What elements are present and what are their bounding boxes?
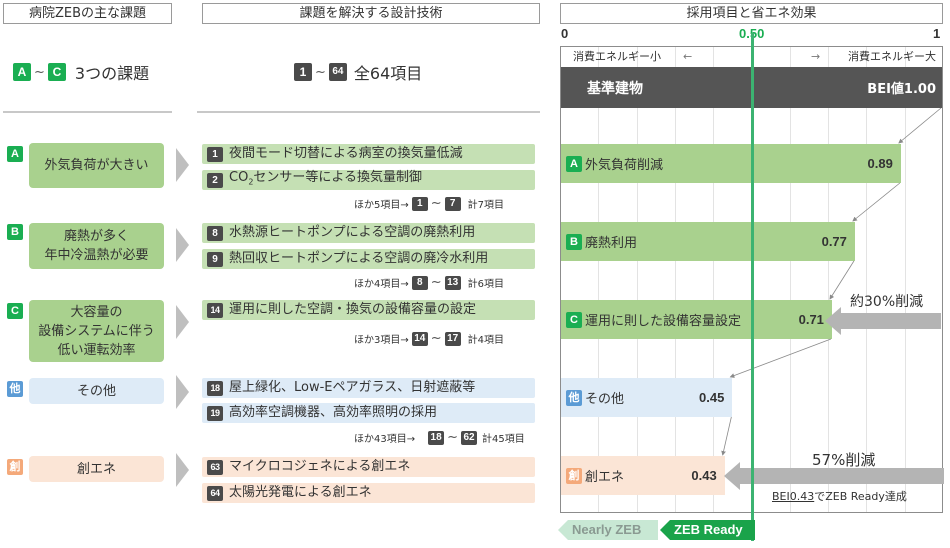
zeb-ready-tag: ZEB Ready <box>660 520 755 540</box>
connector-arrow <box>729 338 832 378</box>
connector-arrow <box>898 107 942 144</box>
connector-arrow <box>852 182 901 222</box>
bei-value: BEI0.43 <box>772 490 815 503</box>
nearly-zeb-tag: Nearly ZEB <box>558 520 658 540</box>
zeb-ready-note: BEI0.43でZEB Ready達成 <box>772 488 907 504</box>
zeb-ready-line <box>750 33 754 541</box>
zeb-ready-note-text: でZEB Ready達成 <box>814 490 907 503</box>
reduction-30-label: 約30%削減 <box>850 294 924 310</box>
reduction-arrow-30-icon <box>825 307 941 335</box>
reduction-57-label: 57%削減 <box>812 451 876 469</box>
connector-arrow <box>721 416 732 456</box>
